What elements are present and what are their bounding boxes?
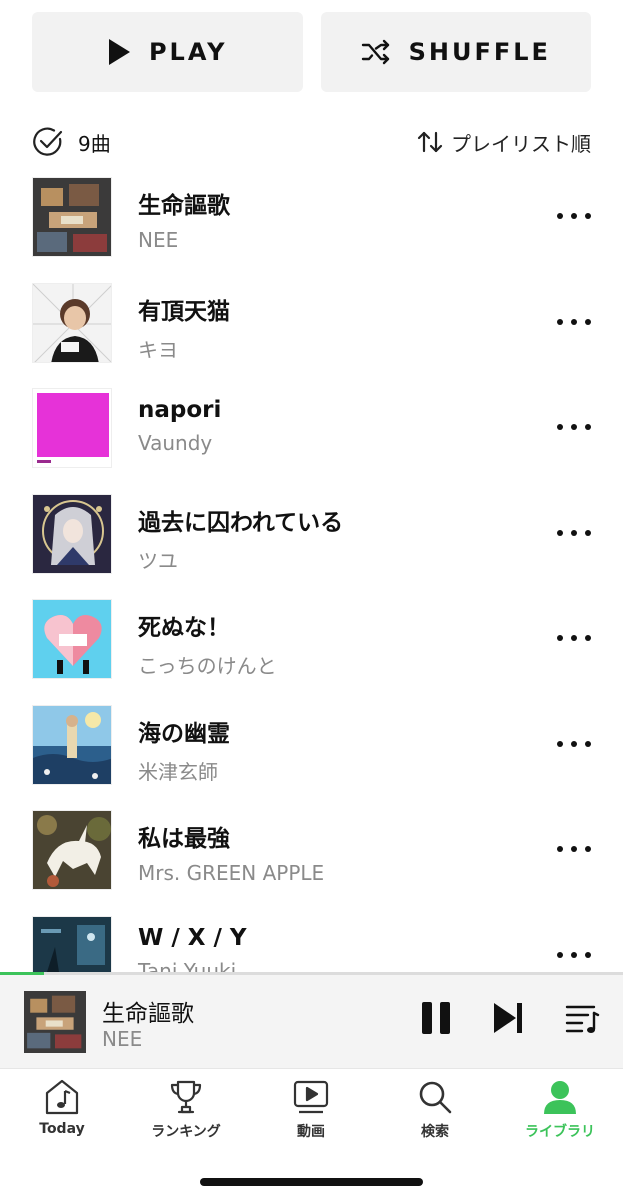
track-artist: キヨ [138,337,178,362]
album-art [32,704,112,785]
tab-label: 検索 [421,1124,449,1140]
shuffle-icon [361,39,389,65]
album-art [32,810,112,890]
playback-progress-bar[interactable] [0,972,623,975]
album-art [32,493,112,574]
pause-icon [422,1002,450,1034]
album-art [32,177,112,257]
track-title: 生命謳歌 [138,193,230,219]
tab-label: Today [39,1121,85,1137]
tab-ranking[interactable]: ランキング [131,1079,241,1141]
search-icon [419,1081,452,1114]
track-title: W / X / Y [138,924,247,951]
sort-arrows-icon [417,131,443,153]
track-title: 死ぬな！ [138,615,230,641]
video-icon [293,1080,329,1114]
now-playing-album-art [24,991,86,1053]
more-options-icon[interactable] [557,523,591,543]
list-item[interactable]: 過去に囚われている ツユ [0,493,623,599]
home-indicator[interactable] [200,1178,423,1186]
now-playing-title: 生命謳歌 [102,1001,194,1027]
list-item[interactable]: W / X / Y Tani Yuuki [0,915,623,973]
list-item[interactable]: 有頂天猫 キヨ [0,282,623,388]
track-artist: ツユ [138,548,178,573]
list-meta-row: 9曲 プレイリスト順 [32,122,591,162]
list-item[interactable]: 私は最強 Mrs. GREEN APPLE [0,809,623,915]
more-options-icon[interactable] [557,628,591,648]
track-list: 生命謳歌 NEE 有頂天猫 キヨ napori Vaundy 過去に囚われている [0,176,623,972]
list-item[interactable]: 生命謳歌 NEE [0,176,623,282]
track-title: 過去に囚われている [138,509,344,536]
mini-player[interactable]: 生命謳歌 NEE [0,972,623,1068]
next-track-button[interactable] [492,1000,524,1040]
album-art [32,915,112,972]
track-title: 私は最強 [138,826,230,852]
tab-video[interactable]: 動画 [256,1079,366,1141]
skip-forward-icon [494,1003,522,1033]
album-art [32,599,112,679]
person-icon [544,1081,576,1114]
track-artist: Mrs. GREEN APPLE [138,861,325,885]
shuffle-label: SHUFFLE [408,38,551,66]
queue-button[interactable] [564,1000,600,1040]
tab-search[interactable]: 検索 [380,1079,490,1141]
album-art [32,388,112,468]
track-artist: こっちのけんと [138,654,277,678]
queue-list-icon [565,1005,600,1033]
track-artist: NEE [138,228,179,252]
list-item[interactable]: 海の幽霊 米津玄師 [0,704,623,810]
more-options-icon[interactable] [557,417,591,437]
more-options-icon[interactable] [557,839,591,859]
album-art [32,282,112,363]
select-all-toggle[interactable]: 9曲 [32,126,111,158]
check-circle-icon [33,127,63,156]
tab-label: 動画 [297,1124,325,1140]
list-item[interactable]: napori Vaundy [0,387,623,493]
play-button[interactable]: PLAY [32,12,303,92]
list-item[interactable]: 死ぬな！ こっちのけんと [0,598,623,704]
more-options-icon[interactable] [557,734,591,754]
more-options-icon[interactable] [557,945,591,965]
sort-label: プレイリスト順 [451,131,591,156]
track-title: 海の幽霊 [138,720,230,747]
track-title: napori [138,397,222,423]
top-actions: PLAY SHUFFLE [32,12,591,92]
now-playing-artist: NEE [102,1027,143,1051]
track-artist: Tani Yuuki [138,958,237,973]
track-artist: 米津玄師 [138,759,218,784]
shuffle-button[interactable]: SHUFFLE [320,12,591,92]
track-artist: Vaundy [138,431,213,455]
tab-label: ランキング [151,1124,221,1140]
track-title: 有頂天猫 [138,298,230,325]
play-icon [108,39,130,65]
tab-today[interactable]: Today [7,1079,117,1137]
more-options-icon[interactable] [557,206,591,226]
tab-library[interactable]: ライブラリ [505,1079,615,1141]
playback-progress-fill [0,972,44,975]
sort-button[interactable]: プレイリスト順 [417,128,591,157]
track-count: 9曲 [78,131,111,156]
music-note-icon [45,1079,79,1115]
more-options-icon[interactable] [557,312,591,332]
tab-label: ライブラリ [525,1124,595,1140]
pause-button[interactable] [420,1000,452,1040]
play-label: PLAY [148,38,228,66]
trophy-icon [170,1080,202,1114]
